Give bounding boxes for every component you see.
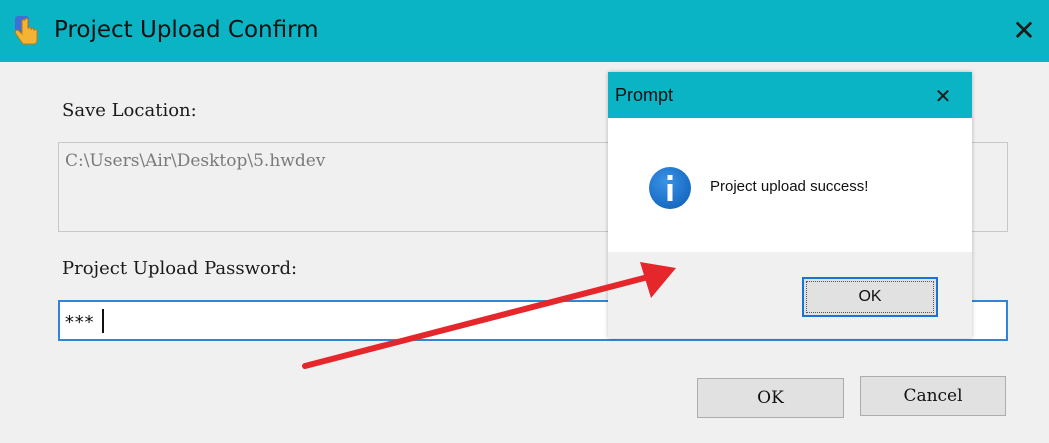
main-close-icon[interactable]: ✕ xyxy=(1006,12,1042,48)
prompt-dialog: Prompt ✕ Project upload success! OK xyxy=(608,72,972,338)
hand-pointer-icon xyxy=(14,16,38,45)
ok-button[interactable]: OK xyxy=(697,378,844,418)
save-location-value: C:\Users\Air\Desktop\5.hwdev xyxy=(65,151,326,171)
main-titlebar[interactable]: Project Upload Confirm ✕ xyxy=(0,0,1049,62)
prompt-message: Project upload success! xyxy=(710,178,869,195)
info-icon xyxy=(649,167,691,209)
password-label: Project Upload Password: xyxy=(62,258,298,279)
prompt-close-icon[interactable]: ✕ xyxy=(928,81,958,111)
save-location-label: Save Location: xyxy=(62,100,197,121)
password-value: *** xyxy=(64,312,94,333)
window-title: Project Upload Confirm xyxy=(54,17,319,43)
cancel-button[interactable]: Cancel xyxy=(860,376,1006,416)
prompt-ok-button[interactable]: OK xyxy=(802,277,938,317)
prompt-body: Project upload success! xyxy=(608,118,972,252)
prompt-title: Prompt xyxy=(615,85,674,105)
text-caret xyxy=(102,309,104,333)
prompt-titlebar[interactable]: Prompt ✕ xyxy=(608,72,972,118)
